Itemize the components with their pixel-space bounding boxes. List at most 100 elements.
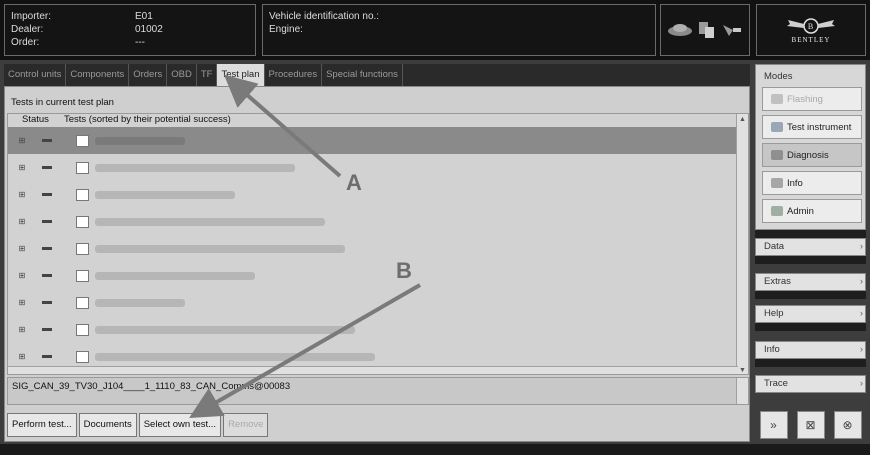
perform-test-button[interactable]: Perform test...	[7, 413, 77, 437]
tab-tf[interactable]: TF	[197, 64, 218, 86]
section-extras[interactable]: Extras	[755, 273, 866, 291]
expand-icon[interactable]: ⊞	[16, 190, 28, 199]
detail-scrollbar[interactable]	[736, 378, 748, 404]
close-icon[interactable]: ⊗	[833, 411, 862, 439]
action-buttons: Perform test... Documents Select own tes…	[7, 413, 269, 437]
expand-icon[interactable]: ⊞	[16, 298, 28, 307]
mode-label: Test instrument	[787, 121, 852, 133]
test-name-blurred	[95, 163, 295, 172]
car-icon[interactable]	[667, 23, 693, 37]
status-indicator	[42, 274, 52, 277]
column-header-tests[interactable]: Tests (sorted by their potential success…	[64, 114, 231, 126]
mode-label: Flashing	[787, 93, 823, 105]
table-row[interactable]: ⊞	[8, 289, 738, 316]
expand-icon[interactable]: ⊞	[16, 271, 28, 280]
mode-admin[interactable]: Admin	[762, 199, 862, 223]
mode-label: Diagnosis	[787, 149, 829, 161]
importer-label: Importer:	[11, 11, 52, 22]
mode-diagnosis[interactable]: Diagnosis	[762, 143, 862, 167]
test-checkbox[interactable]	[76, 134, 89, 147]
tab-control-units[interactable]: Control units	[4, 64, 67, 86]
tester-icon[interactable]	[697, 20, 717, 40]
scroll-down-icon[interactable]: ▼	[737, 365, 748, 374]
test-name-blurred	[95, 244, 345, 253]
tools-panel	[660, 4, 750, 56]
admin-icon	[771, 206, 783, 216]
mode-flashing[interactable]: Flashing	[762, 87, 862, 111]
test-plan-panel: Tests in current test plan Status Tests …	[4, 86, 750, 442]
modes-title: Modes	[764, 71, 793, 82]
divider	[755, 256, 866, 264]
tab-components[interactable]: Components	[66, 64, 130, 86]
table-row[interactable]: ⊞	[8, 316, 738, 343]
status-bar	[0, 444, 870, 455]
importer-value: E01	[135, 11, 153, 22]
expand-icon[interactable]: ⊞	[16, 325, 28, 334]
table-horizontal-scrollbar[interactable]	[8, 366, 738, 374]
test-name-blurred	[95, 217, 325, 226]
table-row[interactable]: ⊞	[8, 208, 738, 235]
status-indicator	[42, 220, 52, 223]
table-row[interactable]: ⊞	[8, 181, 738, 208]
test-checkbox[interactable]	[76, 161, 89, 174]
mode-info[interactable]: Info	[762, 171, 862, 195]
test-checkbox[interactable]	[76, 296, 89, 309]
remove-button[interactable]: Remove	[223, 413, 269, 437]
test-name-blurred	[95, 298, 185, 307]
table-row[interactable]: ⊞	[8, 235, 738, 262]
flashing-icon	[771, 94, 783, 104]
table-row[interactable]: ⊞	[8, 154, 738, 181]
test-name-blurred	[95, 352, 375, 361]
table-body: ⊞ ⊞ ⊞ ⊞ ⊞ ⊞ ⊞ ⊞ ⊞	[8, 127, 738, 370]
select-own-test-button[interactable]: Select own test...	[138, 413, 222, 437]
divider	[755, 323, 866, 331]
section-trace[interactable]: Trace	[755, 375, 866, 393]
test-checkbox[interactable]	[76, 350, 89, 363]
engine-label: Engine:	[269, 24, 303, 35]
section-help[interactable]: Help	[755, 305, 866, 323]
tab-orders[interactable]: Orders	[129, 64, 168, 86]
status-indicator	[42, 301, 52, 304]
dealer-label: Dealer:	[11, 24, 44, 35]
plug-icon[interactable]	[721, 22, 743, 38]
forward-icon[interactable]: »	[759, 411, 788, 439]
status-indicator	[42, 355, 52, 358]
column-header-status[interactable]: Status	[8, 114, 64, 126]
order-label: Order:	[11, 37, 40, 48]
test-checkbox[interactable]	[76, 215, 89, 228]
expand-icon[interactable]: ⊞	[16, 217, 28, 226]
section-info[interactable]: Info	[755, 341, 866, 359]
scroll-up-icon[interactable]: ▲	[737, 114, 748, 125]
expand-icon[interactable]: ⊞	[16, 244, 28, 253]
meter-icon	[771, 122, 783, 132]
table-row[interactable]: ⊞	[8, 127, 738, 154]
status-indicator	[42, 166, 52, 169]
mode-test-instrument[interactable]: Test instrument	[762, 115, 862, 139]
grid-icon[interactable]: ⊠	[796, 411, 825, 439]
bentley-logo: B BENTLEY	[756, 4, 866, 56]
mode-label: Info	[787, 177, 803, 189]
tab-procedures[interactable]: Procedures	[265, 64, 323, 86]
test-checkbox[interactable]	[76, 269, 89, 282]
header-bar: Importer: E01 Dealer: 01002 Order: --- Vehi…	[0, 0, 870, 60]
svg-text:B: B	[808, 22, 814, 31]
documents-button[interactable]: Documents	[78, 413, 137, 437]
expand-icon[interactable]: ⊞	[16, 136, 28, 145]
table-row[interactable]: ⊞	[8, 262, 738, 289]
test-name-blurred	[95, 190, 235, 199]
stethoscope-icon	[771, 150, 783, 160]
section-data[interactable]: Data	[755, 238, 866, 256]
tab-test-plan[interactable]: Test plan	[217, 64, 265, 86]
expand-icon[interactable]: ⊞	[16, 163, 28, 172]
tab-obd[interactable]: OBD	[167, 64, 197, 86]
table-vertical-scrollbar[interactable]: ▲ ▼	[736, 114, 748, 374]
order-info-panel: Importer: E01 Dealer: 01002 Order: ---	[4, 4, 256, 56]
test-checkbox[interactable]	[76, 188, 89, 201]
panel-title: Tests in current test plan	[11, 97, 114, 108]
test-name-blurred	[95, 325, 355, 334]
book-icon	[771, 178, 783, 188]
test-checkbox[interactable]	[76, 242, 89, 255]
test-checkbox[interactable]	[76, 323, 89, 336]
expand-icon[interactable]: ⊞	[16, 352, 28, 361]
tab-special-functions[interactable]: Special functions	[322, 64, 403, 86]
